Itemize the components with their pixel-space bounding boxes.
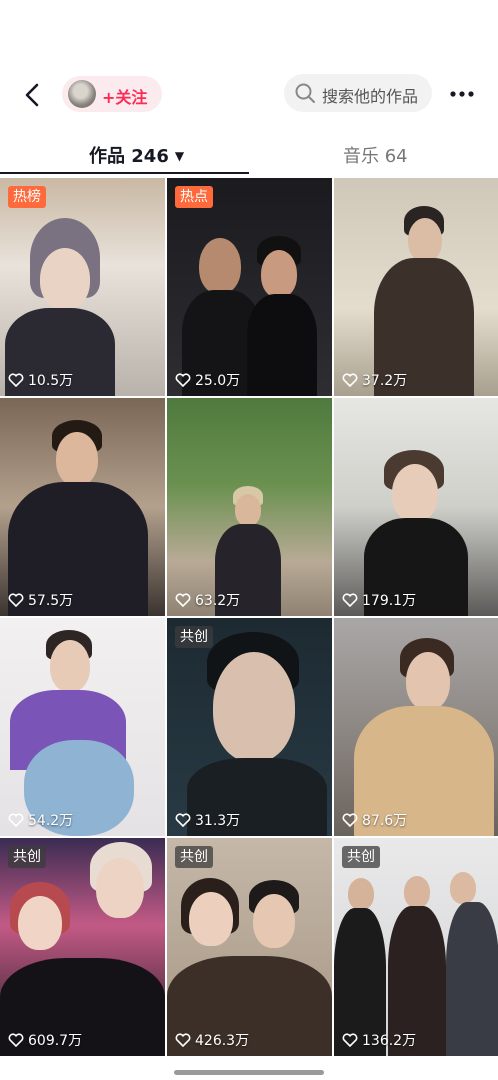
video-badge: 共创 bbox=[8, 846, 46, 868]
video-thumbnail[interactable]: 共创 136.2万 bbox=[334, 838, 498, 1056]
like-count: 10.5万 bbox=[8, 370, 73, 390]
thumbnail-figure bbox=[348, 878, 374, 910]
heart-icon bbox=[8, 813, 24, 827]
search-placeholder: 搜索他的作品 bbox=[322, 87, 419, 106]
avatar[interactable] bbox=[68, 80, 96, 108]
like-count: 25.0万 bbox=[175, 370, 240, 390]
video-thumbnail[interactable]: 63.2万 bbox=[167, 398, 332, 616]
video-thumbnail[interactable]: 179.1万 bbox=[334, 398, 498, 616]
thumbnail-figure bbox=[56, 432, 98, 486]
home-indicator[interactable] bbox=[174, 1070, 324, 1075]
heart-icon bbox=[342, 373, 358, 387]
like-count: 136.2万 bbox=[342, 1030, 416, 1050]
video-badge: 热榜 bbox=[8, 186, 46, 208]
thumbnail-figure bbox=[446, 902, 498, 1056]
like-count-value: 57.5万 bbox=[28, 593, 74, 609]
video-thumbnail[interactable]: 热榜 10.5万 bbox=[0, 178, 165, 396]
chevron-left-icon bbox=[25, 83, 39, 107]
like-count: 609.7万 bbox=[8, 1030, 82, 1050]
caret-down-icon: ▼ bbox=[174, 149, 185, 163]
tab-works[interactable]: 作品 246 ▼ bbox=[89, 142, 184, 168]
like-count-value: 54.2万 bbox=[28, 813, 74, 829]
like-count: 63.2万 bbox=[175, 590, 240, 610]
content-tabs: 作品 246 ▼ 音乐 64 bbox=[0, 138, 498, 178]
like-count: 37.2万 bbox=[342, 370, 407, 390]
like-count-value: 25.0万 bbox=[195, 373, 241, 389]
video-thumbnail[interactable]: 87.6万 bbox=[334, 618, 498, 836]
tab-works-label: 作品 246 bbox=[89, 146, 169, 167]
video-thumbnail[interactable]: 37.2万 bbox=[334, 178, 498, 396]
video-badge: 共创 bbox=[175, 846, 213, 868]
back-button[interactable] bbox=[18, 80, 48, 110]
like-count-value: 37.2万 bbox=[362, 373, 408, 389]
heart-icon bbox=[342, 1033, 358, 1047]
heart-icon bbox=[342, 813, 358, 827]
more-dots-icon bbox=[450, 91, 474, 97]
video-thumbnail[interactable]: 57.5万 bbox=[0, 398, 165, 616]
heart-icon bbox=[342, 593, 358, 607]
thumbnail-figure bbox=[404, 876, 430, 908]
like-count: 179.1万 bbox=[342, 590, 416, 610]
thumbnail-figure bbox=[261, 250, 297, 298]
thumbnail-figure bbox=[18, 896, 62, 950]
thumbnail-figure bbox=[408, 218, 442, 262]
follow-button[interactable]: +关注 bbox=[62, 76, 162, 112]
top-bar: +关注 搜索他的作品 bbox=[0, 70, 498, 120]
like-count-value: 426.3万 bbox=[195, 1033, 250, 1049]
thumbnail-figure bbox=[247, 294, 317, 396]
video-badge: 共创 bbox=[342, 846, 380, 868]
like-count-value: 10.5万 bbox=[28, 373, 74, 389]
video-thumbnail[interactable]: 共创 426.3万 bbox=[167, 838, 332, 1056]
search-icon bbox=[295, 83, 315, 103]
heart-icon bbox=[8, 1033, 24, 1047]
follow-label: +关注 bbox=[102, 88, 148, 107]
tab-music-label: 音乐 64 bbox=[343, 146, 408, 167]
heart-icon bbox=[175, 593, 191, 607]
video-badge: 热点 bbox=[175, 186, 213, 208]
tab-indicator bbox=[0, 172, 249, 174]
like-count-value: 31.3万 bbox=[195, 813, 241, 829]
video-thumbnail[interactable]: 热点 25.0万 bbox=[167, 178, 332, 396]
thumbnail-figure bbox=[189, 892, 233, 946]
thumbnail-figure bbox=[253, 894, 295, 948]
like-count-value: 609.7万 bbox=[28, 1033, 83, 1049]
thumbnail-figure bbox=[235, 494, 261, 526]
tab-music[interactable]: 音乐 64 bbox=[343, 142, 408, 168]
more-button[interactable] bbox=[446, 80, 478, 108]
like-count: 426.3万 bbox=[175, 1030, 249, 1050]
thumbnail-figure bbox=[450, 872, 476, 904]
like-count-value: 87.6万 bbox=[362, 813, 408, 829]
thumbnail-figure bbox=[392, 464, 438, 522]
heart-icon bbox=[175, 813, 191, 827]
video-badge: 共创 bbox=[175, 626, 213, 648]
heart-icon bbox=[175, 373, 191, 387]
thumbnail-figure bbox=[40, 248, 90, 310]
like-count-value: 179.1万 bbox=[362, 593, 417, 609]
thumbnail-figure bbox=[199, 238, 241, 294]
thumbnail-figure bbox=[406, 652, 450, 710]
like-count: 31.3万 bbox=[175, 810, 240, 830]
thumbnail-figure bbox=[50, 640, 90, 692]
search-box[interactable]: 搜索他的作品 bbox=[284, 74, 432, 112]
heart-icon bbox=[175, 1033, 191, 1047]
thumbnail-figure bbox=[213, 652, 295, 762]
like-count: 87.6万 bbox=[342, 810, 407, 830]
video-thumbnail[interactable]: 54.2万 bbox=[0, 618, 165, 836]
like-count: 57.5万 bbox=[8, 590, 73, 610]
like-count-value: 63.2万 bbox=[195, 593, 241, 609]
thumbnail-figure bbox=[96, 858, 144, 918]
video-thumbnail[interactable]: 共创 31.3万 bbox=[167, 618, 332, 836]
like-count-value: 136.2万 bbox=[362, 1033, 417, 1049]
heart-icon bbox=[8, 593, 24, 607]
like-count: 54.2万 bbox=[8, 810, 73, 830]
heart-icon bbox=[8, 373, 24, 387]
video-thumbnail[interactable]: 共创 609.7万 bbox=[0, 838, 165, 1056]
